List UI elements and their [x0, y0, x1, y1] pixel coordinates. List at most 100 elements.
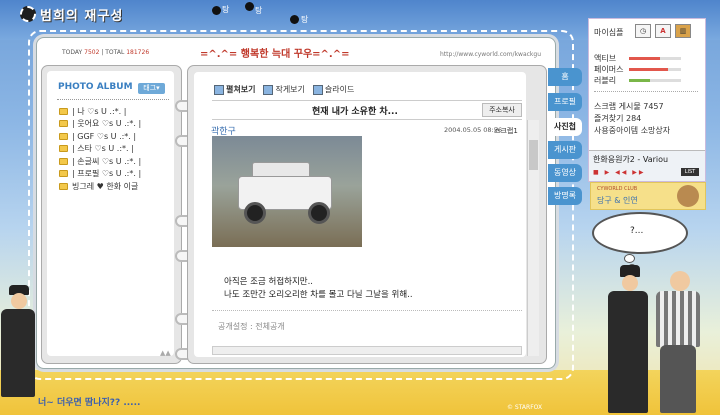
visit-counter: TODAY 7502 | TOTAL 181726	[62, 49, 149, 56]
club-name: 당구 & 인연	[597, 196, 638, 205]
folder-label: | 웃어요 ♡s U .:*. |	[72, 119, 142, 129]
stat-meter	[629, 57, 681, 60]
trousers	[660, 345, 696, 413]
today-label: TODAY	[62, 49, 83, 56]
folder-icon	[59, 157, 68, 165]
post-line: 아직은 조금 허접하지만..	[224, 277, 314, 287]
scrap-link[interactable]: 스크랩1	[494, 126, 518, 136]
ap-icon[interactable]: A	[655, 24, 671, 38]
copy-address-button[interactable]: 주소복사	[482, 103, 522, 117]
scroll-thumb[interactable]	[529, 140, 538, 170]
folder-item[interactable]: | 스타 ♡s U .:*. |	[59, 143, 141, 156]
view-label: 펼쳐보기	[226, 85, 256, 94]
meter-fill	[629, 68, 668, 71]
folder-icon	[59, 132, 68, 140]
song-title: 한화응원가2 - Variou	[593, 155, 669, 164]
view-label: 작게보기	[275, 85, 305, 94]
wheel-icon	[308, 202, 330, 224]
divider	[594, 91, 698, 92]
dot-icon	[245, 2, 254, 11]
coat	[1, 309, 35, 397]
view-slide[interactable]: 슬라이드	[312, 84, 354, 95]
stat-meter	[629, 68, 681, 71]
grid-icon	[214, 84, 224, 95]
post-title: 현재 내가 소유한 차...	[312, 107, 398, 117]
post-line: 나도 조만간 오리오리한 차를 몰고 다닐 그날을 위해..	[224, 290, 413, 300]
privacy-setting: 공개설정 : 전체공개	[218, 322, 285, 331]
folder-label: | 나 ♡s U .:*. |	[72, 106, 127, 116]
folder-label: | 프로필 ♡s U .:*. |	[72, 169, 142, 179]
teddy-bear-icon	[677, 185, 699, 207]
post-body: 아직은 조금 허접하지만.. 나도 조만간 오리오리한 차를 몰고 다닐 그날을…	[224, 276, 413, 302]
divider	[212, 310, 522, 311]
coat	[608, 291, 648, 413]
today-value: 7502	[84, 49, 100, 56]
dot-icon	[290, 15, 299, 24]
head	[670, 271, 690, 291]
photo-album-inner: PHOTO ALBUM 태그▾ | 나 ♡s U .:*. | | 웃어요 ♡s…	[47, 71, 174, 357]
view-small[interactable]: 작게보기	[263, 84, 305, 95]
club-label: CYWORLD CLUB	[597, 186, 638, 192]
stat-label: 러블리	[594, 76, 617, 85]
tag-button[interactable]: 태그▾	[138, 83, 165, 94]
head	[622, 275, 638, 291]
headline: =^.^= 행복한 늑대 꾸우=^.^=	[200, 49, 350, 60]
homepage-title[interactable]: 범희의 재구성	[20, 4, 123, 24]
folder-icon	[59, 120, 68, 128]
folder-label: | GGF ♡s U .:*. |	[72, 131, 137, 141]
bubble-text: ?...	[630, 226, 644, 236]
folder-item[interactable]: 빙그레 ♥ 한화 이글	[59, 180, 141, 193]
view-expand[interactable]: 펼쳐보기	[214, 84, 255, 95]
tab-photo[interactable]: 사진첩	[548, 118, 582, 136]
folder-label: | 스타 ♡s U .:*. |	[72, 144, 134, 154]
vertical-scrollbar[interactable]	[527, 120, 539, 356]
photo-album-title: PHOTO ALBUM	[58, 82, 133, 92]
tab-profile[interactable]: 프로필	[548, 93, 582, 111]
book-icon[interactable]: ▥	[675, 24, 691, 38]
thought-bubble: ?...	[592, 212, 688, 254]
dot-label: 탕	[255, 6, 263, 15]
tab-board[interactable]: 게시판	[548, 141, 582, 159]
stat-label: 페이머스	[594, 65, 624, 74]
club-banner[interactable]: CYWORLD CLUB 당구 & 인연	[590, 182, 706, 210]
tab-video[interactable]: 동영상	[548, 164, 582, 182]
bottom-message: 너~ 더우면 땀나지?? .....	[38, 398, 141, 408]
homepage-url[interactable]: http://www.cyworld.com/kwackgu	[440, 51, 541, 58]
items-in-use[interactable]: 사용중아이템 소망상자	[594, 125, 670, 136]
head	[11, 293, 27, 309]
dot-icon	[212, 6, 221, 15]
folder-item[interactable]: | 손글씨 ♡s U .:*. |	[59, 155, 141, 168]
folder-item[interactable]: | GGF ♡s U .:*. |	[59, 130, 141, 143]
folder-item[interactable]: | 웃어요 ♡s U .:*. |	[59, 118, 141, 131]
player-controls[interactable]: ■ ▶ ◀◀ ▶▶	[593, 169, 645, 176]
folder-icon	[59, 107, 68, 115]
total-label: TOTAL	[105, 49, 125, 56]
folder-list: | 나 ♡s U .:*. | | 웃어요 ♡s U .:*. | | GGF …	[59, 105, 141, 193]
folder-icon	[59, 170, 68, 178]
folder-item[interactable]: | 나 ♡s U .:*. |	[59, 105, 141, 118]
playlist-button[interactable]: LIST	[681, 168, 699, 176]
folder-label: | 손글씨 ♡s U .:*. |	[72, 156, 142, 166]
folder-icon	[59, 182, 68, 190]
folder-label: 빙그레 ♥ 한화 이글	[72, 181, 139, 191]
my-mood-label[interactable]: 마이심플	[594, 27, 623, 38]
scroll-up-icon[interactable]: ▲▲	[160, 349, 171, 357]
meter-fill	[629, 57, 661, 60]
post-header: 현재 내가 소유한 차... 주소복사	[212, 100, 522, 120]
jeep-photo[interactable]	[212, 136, 362, 247]
folder-item[interactable]: | 프로필 ♡s U .:*. |	[59, 168, 141, 181]
sidebar-buttons: ◷ A ▥	[635, 24, 691, 38]
dot-label: 탕	[222, 5, 230, 14]
post-panel: 펼쳐보기 작게보기 슬라이드 현재 내가 소유한 차... 주소복사 곽한구 2…	[187, 65, 547, 364]
bubble-dot	[624, 254, 635, 263]
mini-sidebar: 마이심플 ◷ A ▥ 액티브 페이머스 러블리 스크랩 게시물 7457 즐겨찾…	[588, 18, 706, 182]
credit-text: © STARFOX	[507, 404, 543, 411]
tab-home[interactable]: 홈	[548, 68, 582, 86]
view-options: 펼쳐보기 작게보기 슬라이드	[214, 84, 354, 95]
horizontal-scrollbar[interactable]	[212, 346, 522, 355]
scrap-board[interactable]: 스크랩 게시물 7457	[594, 101, 664, 112]
favorites[interactable]: 즐겨찾기 284	[594, 113, 641, 124]
photo-album-panel: PHOTO ALBUM 태그▾ | 나 ♡s U .:*. | | 웃어요 ♡s…	[41, 65, 182, 364]
clock-icon[interactable]: ◷	[635, 24, 651, 38]
tab-guestbook[interactable]: 방명록	[548, 187, 582, 205]
